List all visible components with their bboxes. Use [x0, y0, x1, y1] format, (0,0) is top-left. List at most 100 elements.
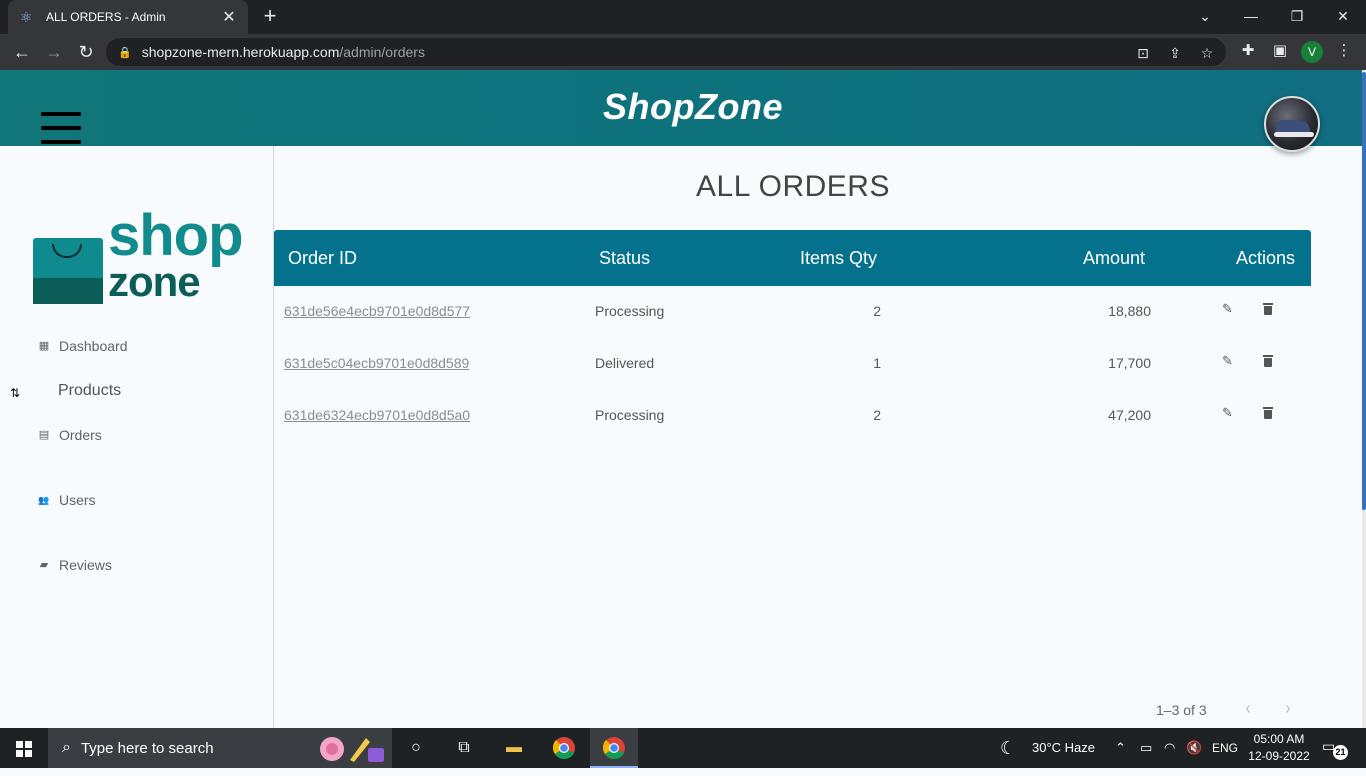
shopzone-logo[interactable]: shop zone — [30, 206, 270, 310]
sidebar-item-label: Orders — [59, 427, 102, 443]
chevron-left-icon[interactable]: ‹ — [1238, 698, 1258, 718]
url-path: /admin/orders — [339, 44, 425, 60]
search-placeholder: Type here to search — [80, 739, 214, 757]
brand-title[interactable]: ShopZone — [0, 86, 1366, 128]
clock-time: 05:00 AM — [1253, 732, 1305, 746]
share-icon[interactable]: ⇪ — [1166, 44, 1184, 62]
logo-word-zone: zone — [108, 258, 201, 305]
sidebar-item-users[interactable]: 👥 Users — [38, 492, 96, 508]
chevron-right-icon[interactable]: › — [1278, 698, 1298, 718]
orders-table: Order ID Status Items Qty Amount Actions… — [274, 230, 1311, 442]
edit-icon[interactable]: ✎ — [1222, 353, 1233, 369]
weather-text[interactable]: 30°C Haze — [1032, 728, 1095, 768]
minimize-button[interactable]: — — [1228, 0, 1274, 34]
list-alt-icon: ▤ — [38, 429, 50, 441]
react-favicon-icon: ⚛ — [20, 9, 33, 25]
cortana-circle-icon[interactable]: ○ — [392, 728, 440, 768]
sidebar-item-orders[interactable]: ▤ Orders — [38, 427, 102, 443]
pagination-label: 1–3 of 3 — [1156, 702, 1207, 718]
column-header-actions: Actions — [1236, 248, 1296, 268]
order-id-link[interactable]: 631de6324ecb9701e0d8d5a0 — [284, 407, 470, 423]
tab-title: ALL ORDERS - Admin — [46, 10, 166, 24]
column-header-order-id[interactable]: Order ID — [288, 248, 357, 269]
file-explorer-icon[interactable]: ▬ — [490, 728, 538, 768]
chrome-profile-icon[interactable] — [590, 728, 638, 768]
delete-icon[interactable] — [1263, 355, 1273, 367]
url-field[interactable]: 🔒 shopzone-mern.herokuapp.com/admin/orde… — [106, 38, 1226, 66]
main-content: ALL ORDERS Order ID Status Items Qty Amo… — [274, 146, 1362, 728]
clock-date: 12-09-2022 — [1248, 749, 1310, 763]
weather-moon-icon[interactable]: ☾ — [1000, 728, 1016, 768]
extensions-puzzle-icon[interactable]: ✚ — [1238, 41, 1258, 61]
system-clock[interactable]: 05:00 AM 12-09-2022 — [1244, 731, 1314, 765]
delete-icon[interactable] — [1263, 407, 1273, 419]
notification-count: 21 — [1333, 745, 1348, 760]
column-header-amount[interactable]: Amount — [1083, 248, 1145, 269]
table-header: Order ID Status Items Qty Amount Actions — [274, 230, 1311, 286]
table-row: 631de6324ecb9701e0d8d5a0 Processing 2 47… — [274, 390, 1311, 442]
user-avatar[interactable] — [1264, 96, 1320, 152]
dashboard-icon: ▦ — [38, 340, 50, 352]
order-amount: 17,700 — [1108, 355, 1151, 371]
order-id-link[interactable]: 631de56e4ecb9701e0d8d577 — [284, 303, 470, 319]
language-indicator[interactable]: ENG — [1212, 728, 1238, 768]
sidebar-item-label: Dashboard — [59, 338, 128, 354]
expand-icon[interactable]: ⇅ — [10, 386, 20, 400]
sidebar-item-label: Users — [59, 492, 96, 508]
forward-arrow-icon[interactable]: → — [42, 40, 66, 64]
windows-start-button[interactable] — [0, 728, 48, 768]
profile-avatar[interactable]: V — [1301, 41, 1323, 63]
edit-icon[interactable]: ✎ — [1222, 301, 1233, 317]
order-qty: 2 — [873, 303, 881, 319]
order-id-link[interactable]: 631de5c04ecb9701e0d8d589 — [284, 355, 469, 371]
sidebar-item-products[interactable]: Products — [58, 382, 121, 400]
bookmark-star-icon[interactable]: ☆ — [1198, 44, 1216, 62]
translate-icon[interactable]: ⊡ — [1134, 44, 1152, 62]
restore-button[interactable]: ❐ — [1274, 0, 1320, 34]
taskbar-search-input[interactable]: ⌕ Type here to search — [48, 728, 392, 768]
volume-muted-icon[interactable]: 🔇 — [1186, 728, 1202, 768]
back-arrow-icon[interactable]: ← — [10, 40, 34, 64]
address-bar: ← → ↻ 🔒 shopzone-mern.herokuapp.com/admi… — [0, 34, 1366, 70]
tab-close-icon[interactable]: ✕ — [220, 7, 238, 27]
edit-icon[interactable]: ✎ — [1222, 405, 1233, 421]
windows-logo-icon — [16, 741, 32, 757]
people-icon: 👥 — [38, 495, 50, 505]
chrome-menu-icon[interactable]: ⋮ — [1334, 41, 1354, 61]
browser-tab-strip: ⚛ ALL ORDERS - Admin ✕ + ⌄ — ❐ ✕ — [0, 0, 1366, 34]
scrollbar-thumb[interactable] — [1362, 72, 1366, 510]
side-panel-icon[interactable]: ▣ — [1270, 41, 1290, 61]
table-row: 631de5c04ecb9701e0d8d589 Delivered 1 17,… — [274, 338, 1311, 390]
url-host: shopzone-mern.herokuapp.com — [141, 44, 340, 60]
table-row: 631de56e4ecb9701e0d8d577 Processing 2 18… — [274, 286, 1311, 338]
search-highlight-icon — [320, 737, 384, 762]
logo-word-shop: shop — [108, 203, 244, 268]
column-header-status[interactable]: Status — [599, 248, 650, 269]
sidebar-item-dashboard[interactable]: ▦ Dashboard — [38, 338, 128, 354]
sidebar-item-reviews[interactable]: ▰ Reviews — [38, 557, 112, 573]
battery-icon[interactable]: ▭ — [1140, 728, 1152, 768]
tab-search-icon[interactable]: ⌄ — [1182, 0, 1228, 34]
chrome-logo-icon — [602, 737, 625, 759]
sidebar: shop zone ▦ Dashboard ⇅ Products ▤ Order… — [0, 146, 274, 728]
chrome-icon[interactable] — [540, 728, 588, 768]
order-amount: 18,880 — [1108, 303, 1151, 319]
window-close-button[interactable]: ✕ — [1320, 0, 1366, 34]
search-icon: ⌕ — [62, 739, 71, 756]
lock-icon: 🔒 — [118, 46, 132, 59]
wifi-icon[interactable]: ◠ — [1164, 728, 1175, 768]
order-status: Delivered — [595, 355, 655, 371]
order-qty: 2 — [873, 407, 881, 423]
chevron-up-icon[interactable]: ⌃ — [1115, 728, 1126, 768]
delete-icon[interactable] — [1263, 303, 1273, 315]
reload-icon[interactable]: ↻ — [74, 40, 98, 64]
order-amount: 47,200 — [1108, 407, 1151, 423]
sidebar-item-label: Reviews — [59, 557, 112, 573]
task-view-icon[interactable]: ⧉ — [440, 728, 488, 768]
browser-tab[interactable]: ⚛ ALL ORDERS - Admin ✕ — [8, 0, 248, 34]
new-tab-button[interactable]: + — [258, 4, 282, 28]
chrome-logo-icon — [552, 737, 575, 759]
notification-center-icon[interactable]: ▭ 21 — [1322, 738, 1348, 760]
order-status: Processing — [595, 407, 665, 423]
column-header-items-qty[interactable]: Items Qty — [800, 248, 877, 269]
